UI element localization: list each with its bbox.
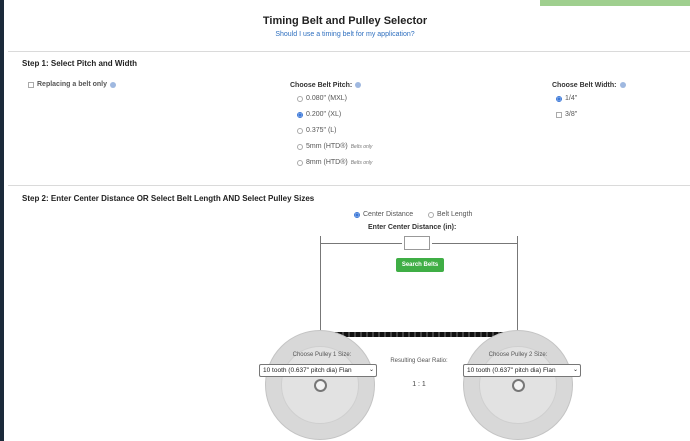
search-belts-button[interactable]: Search Belts bbox=[396, 258, 444, 272]
radio-icon[interactable] bbox=[297, 127, 303, 134]
step2-title: Step 2: Enter Center Distance OR Select … bbox=[22, 194, 315, 203]
center-distance-label: Enter Center Distance (in): bbox=[368, 224, 457, 231]
pulley2-select-value: 10 tooth (0.637" pitch dia) Flan bbox=[467, 367, 556, 374]
pitch-option-label: 8mm (HTD®) bbox=[306, 159, 348, 166]
pitch-option-8mm[interactable]: 8mm (HTD®) Belts only bbox=[297, 159, 372, 166]
width-label-text: Choose Belt Width: bbox=[552, 82, 617, 89]
help-icon[interactable] bbox=[619, 82, 626, 89]
width-option-label: 3/8" bbox=[565, 111, 578, 118]
mode-center-distance[interactable]: Center Distance bbox=[354, 211, 413, 218]
chevron-down-icon: ⌄ bbox=[368, 367, 374, 373]
pulley-2-hub-icon bbox=[512, 379, 525, 392]
gear-ratio-label: Resulting Gear Ratio: bbox=[390, 358, 448, 364]
checkbox-box[interactable] bbox=[28, 81, 34, 88]
pitch-option-label: 5mm (HTD®) bbox=[306, 143, 348, 150]
pulley1-label: Choose Pulley 1 Size: bbox=[292, 352, 352, 358]
mode-length-label: Belt Length bbox=[437, 211, 473, 218]
help-icon[interactable] bbox=[355, 82, 362, 89]
center-distance-input[interactable] bbox=[404, 236, 430, 250]
belts-only-note: Belts only bbox=[350, 143, 373, 150]
checkbox-box[interactable] bbox=[556, 111, 562, 118]
page-title: Timing Belt and Pulley Selector bbox=[262, 15, 428, 27]
radio-icon[interactable] bbox=[297, 159, 303, 166]
page-header: Timing Belt and Pulley Selector Should I… bbox=[0, 6, 690, 50]
pitch-option-label: 0.200" (XL) bbox=[306, 111, 342, 118]
width-option-1-4[interactable]: 1/4" bbox=[556, 95, 577, 102]
pulley2-label: Choose Pulley 2 Size: bbox=[488, 352, 548, 358]
radio-icon[interactable] bbox=[297, 95, 303, 102]
help-icon[interactable] bbox=[110, 81, 117, 88]
pitch-label-text: Choose Belt Pitch: bbox=[290, 82, 353, 89]
width-option-label: 1/4" bbox=[565, 95, 578, 102]
mode-belt-length[interactable]: Belt Length bbox=[428, 211, 472, 218]
pulley-1-hub-icon bbox=[314, 379, 327, 392]
pitch-option-label: 0.080" (MXL) bbox=[306, 95, 348, 102]
pitch-option-5mm[interactable]: 5mm (HTD®) Belts only bbox=[297, 143, 372, 150]
belts-only-note: Belts only bbox=[350, 159, 373, 166]
dimension-line-right bbox=[432, 243, 518, 244]
pitch-option-label: 0.375" (L) bbox=[306, 127, 337, 134]
radio-icon[interactable] bbox=[297, 143, 303, 150]
radio-selected-icon[interactable] bbox=[354, 211, 360, 218]
divider bbox=[8, 185, 690, 186]
divider bbox=[8, 51, 690, 52]
pitch-option-l[interactable]: 0.375" (L) bbox=[297, 127, 337, 134]
mode-center-label: Center Distance bbox=[363, 211, 414, 218]
replacing-belt-label: Replacing a belt only bbox=[37, 81, 108, 88]
window-left-edge bbox=[0, 0, 4, 441]
width-option-3-8[interactable]: 3/8" bbox=[556, 111, 577, 118]
pulley1-select[interactable]: 10 tooth (0.637" pitch dia) Flan ⌄ bbox=[259, 364, 377, 377]
radio-selected-icon[interactable] bbox=[556, 95, 562, 102]
pitch-option-mxl[interactable]: 0.080" (MXL) bbox=[297, 95, 347, 102]
chevron-down-icon: ⌄ bbox=[572, 367, 578, 373]
radio-icon[interactable] bbox=[428, 211, 434, 218]
gear-ratio-value: 1 : 1 bbox=[412, 381, 426, 388]
help-link[interactable]: Should I use a timing belt for my applic… bbox=[0, 31, 690, 38]
step1-title: Step 1: Select Pitch and Width bbox=[22, 59, 138, 68]
pulley1-select-value: 10 tooth (0.637" pitch dia) Flan bbox=[263, 367, 352, 374]
replacing-belt-checkbox[interactable]: Replacing a belt only bbox=[28, 81, 117, 88]
pitch-option-xl[interactable]: 0.200" (XL) bbox=[297, 111, 341, 118]
pitch-label: Choose Belt Pitch: bbox=[290, 82, 362, 89]
pulley2-select[interactable]: 10 tooth (0.637" pitch dia) Flan ⌄ bbox=[463, 364, 581, 377]
width-label: Choose Belt Width: bbox=[552, 82, 626, 89]
timing-belt-top bbox=[320, 332, 518, 337]
dimension-line-left bbox=[320, 243, 402, 244]
radio-selected-icon[interactable] bbox=[297, 111, 303, 118]
